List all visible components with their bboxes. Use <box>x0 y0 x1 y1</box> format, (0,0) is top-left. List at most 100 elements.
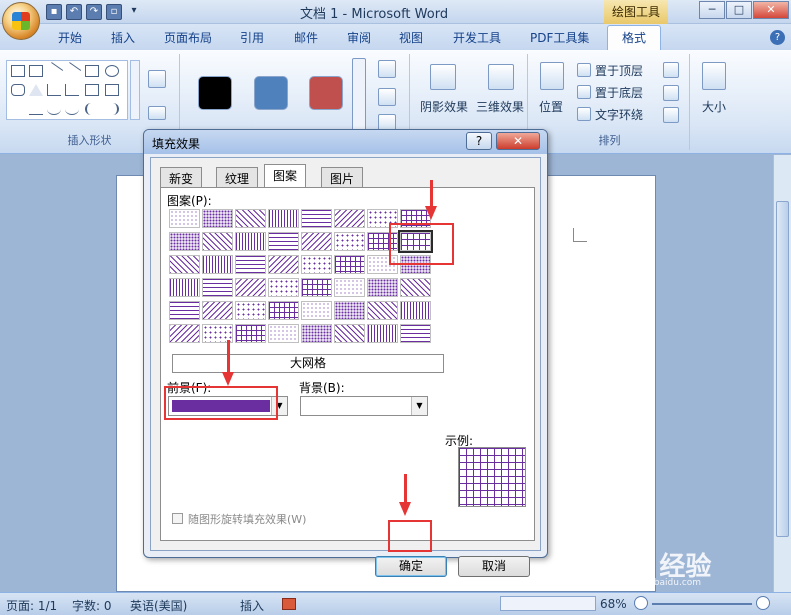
tab-insert[interactable]: 插入 <box>111 29 135 46</box>
pattern-swatch[interactable] <box>301 255 332 274</box>
pattern-swatch[interactable] <box>268 209 299 228</box>
pattern-swatch[interactable] <box>169 209 200 228</box>
pattern-swatch[interactable] <box>400 278 431 297</box>
zoom-slider[interactable] <box>652 603 752 605</box>
elbow-arrow-shape-icon[interactable] <box>65 84 79 96</box>
three-d-effect-icon[interactable] <box>488 64 514 90</box>
oval-shape-icon[interactable] <box>105 65 119 77</box>
left-brace-shape-icon[interactable] <box>85 103 99 115</box>
three-d-effect-button[interactable]: 三维效果 <box>476 98 524 115</box>
pattern-swatch[interactable] <box>169 232 200 251</box>
pattern-swatch[interactable] <box>334 209 365 228</box>
tab-references[interactable]: 引用 <box>240 29 264 46</box>
rotate-icon[interactable] <box>663 107 679 123</box>
pattern-swatch[interactable] <box>268 301 299 320</box>
zoom-in-icon[interactable] <box>756 596 770 610</box>
elbow-connector-shape-icon[interactable] <box>47 84 61 96</box>
shape-outline-icon[interactable] <box>378 88 396 106</box>
pattern-swatch[interactable] <box>235 301 266 320</box>
pattern-swatch[interactable] <box>235 278 266 297</box>
wave-shape-icon[interactable] <box>65 103 79 115</box>
pattern-swatch[interactable] <box>169 255 200 274</box>
text-box-icon[interactable] <box>148 106 166 120</box>
rotate-with-shape-checkbox[interactable] <box>172 513 183 524</box>
send-to-back-icon[interactable] <box>577 85 591 99</box>
tab-mailings[interactable]: 邮件 <box>294 29 318 46</box>
tab-picture[interactable]: 图片 <box>321 167 364 187</box>
redo-icon[interactable]: ↷ <box>86 4 102 20</box>
text-wrap-icon[interactable] <box>577 107 591 121</box>
pattern-swatch[interactable] <box>334 301 365 320</box>
tab-texture[interactable]: 纹理 <box>216 167 259 187</box>
pattern-swatch[interactable] <box>268 324 299 343</box>
print-preview-icon[interactable]: ▫ <box>106 4 122 20</box>
pattern-swatch[interactable] <box>202 232 233 251</box>
bring-to-front-icon[interactable] <box>577 63 591 77</box>
pattern-swatch[interactable] <box>268 255 299 274</box>
size-button[interactable]: 大小 <box>702 98 726 115</box>
pattern-swatch[interactable] <box>367 324 398 343</box>
edit-shape-icon[interactable] <box>148 70 166 88</box>
save-icon[interactable]: ▪ <box>46 4 62 20</box>
shadow-effect-button[interactable]: 阴影效果 <box>420 98 468 115</box>
freeform-shape-icon[interactable] <box>11 103 25 115</box>
style-blue-swatch[interactable] <box>254 76 288 110</box>
scrollbar-thumb[interactable] <box>776 201 789 537</box>
pattern-swatch[interactable] <box>235 209 266 228</box>
pattern-swatch[interactable] <box>202 209 233 228</box>
ok-button[interactable]: 确定 <box>375 556 447 577</box>
cancel-button[interactable]: 取消 <box>458 556 530 577</box>
background-color-select[interactable]: ▼ <box>300 396 428 416</box>
shape-styles-scroll[interactable] <box>352 58 366 134</box>
text-wrap-button[interactable]: 文字环绕 <box>595 106 643 123</box>
position-icon[interactable] <box>540 62 564 90</box>
shape-fill-icon[interactable] <box>378 60 396 78</box>
text-box-shape-icon[interactable] <box>11 65 25 77</box>
pattern-swatch[interactable] <box>301 324 332 343</box>
size-icon[interactable] <box>702 62 726 90</box>
qat-dropdown-icon[interactable]: ▾ <box>126 4 142 20</box>
pattern-swatch[interactable] <box>301 209 332 228</box>
pattern-swatch[interactable] <box>169 301 200 320</box>
style-black-swatch[interactable] <box>198 76 232 110</box>
arrow-shape-icon[interactable] <box>62 62 82 80</box>
pattern-swatch[interactable] <box>334 324 365 343</box>
pattern-swatch[interactable] <box>235 324 266 343</box>
align-icon[interactable] <box>663 62 679 78</box>
right-brace-shape-icon[interactable] <box>105 103 119 115</box>
page-count[interactable]: 页面: 1/1 <box>6 597 57 614</box>
undo-icon[interactable]: ↶ <box>66 4 82 20</box>
tab-developer[interactable]: 开发工具 <box>453 29 501 46</box>
shadow-effect-icon[interactable] <box>430 64 456 90</box>
pattern-swatch[interactable] <box>202 255 233 274</box>
help-icon[interactable]: ? <box>770 30 785 45</box>
pattern-swatch[interactable] <box>301 278 332 297</box>
pattern-swatch[interactable] <box>334 278 365 297</box>
language-indicator[interactable]: 英语(美国) <box>130 597 187 614</box>
view-buttons[interactable] <box>500 596 596 611</box>
pattern-swatch[interactable] <box>400 324 431 343</box>
zoom-out-icon[interactable] <box>634 596 648 610</box>
macro-record-icon[interactable] <box>282 598 296 610</box>
pattern-swatch[interactable] <box>202 278 233 297</box>
minimize-button[interactable]: ─ <box>699 1 725 19</box>
group-icon[interactable] <box>663 85 679 101</box>
tab-view[interactable]: 视图 <box>399 29 423 46</box>
tab-home[interactable]: 开始 <box>58 29 82 46</box>
zoom-level[interactable]: 68% <box>600 597 627 611</box>
position-button[interactable]: 位置 <box>539 98 563 115</box>
send-to-back-button[interactable]: 置于底层 <box>595 84 643 101</box>
pattern-swatch[interactable] <box>334 255 365 274</box>
insert-mode[interactable]: 插入 <box>240 597 264 614</box>
curve-shape-icon[interactable] <box>29 103 43 115</box>
right-arrow-shape-icon[interactable] <box>85 84 99 96</box>
tab-review[interactable]: 审阅 <box>347 29 371 46</box>
word-count[interactable]: 字数: 0 <box>72 597 112 614</box>
tab-page-layout[interactable]: 页面布局 <box>164 29 212 46</box>
pattern-swatch[interactable] <box>169 324 200 343</box>
tab-pdf-tools[interactable]: PDF工具集 <box>530 29 589 46</box>
dialog-close-button[interactable]: ✕ <box>496 132 540 150</box>
vertical-scrollbar[interactable] <box>773 155 791 592</box>
tab-gradient[interactable]: 新变 <box>160 167 203 187</box>
pattern-swatch[interactable] <box>235 232 266 251</box>
